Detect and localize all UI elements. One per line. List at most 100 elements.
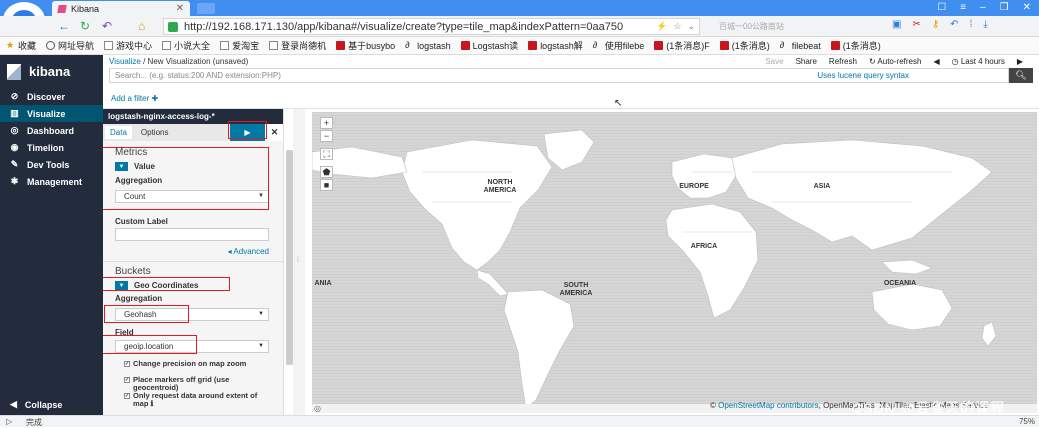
bookmark-item[interactable]: (1条消息) [830, 39, 881, 52]
bookmark-item[interactable]: (1条消息) [719, 39, 770, 52]
geocentroid-checkbox[interactable]: ✓ Place markers off grid (use geocentroid… [124, 376, 261, 392]
bookmark-label: 爱淘宝 [232, 41, 260, 51]
editor-scrollbar[interactable] [286, 150, 293, 365]
bookmark-item[interactable]: 爱淘宝 [220, 39, 259, 52]
bookmark-item[interactable]: 基于busybo [336, 39, 395, 52]
top-menu: Save Share Refresh ↻ Auto-refresh ◀ ◷ La… [765, 57, 1023, 66]
minimize-icon[interactable]: – [980, 2, 986, 13]
map-controls: + − ⛶ ⬟ ■ [320, 117, 333, 192]
home-icon[interactable]: ⌂ [138, 19, 145, 33]
screenshot-icon[interactable]: ✂ [912, 19, 920, 30]
map-label-europe: EUROPE [679, 183, 709, 190]
skin-icon[interactable]: ☐ [937, 2, 946, 13]
csdn-icon [654, 41, 664, 50]
draw-rectangle-button[interactable]: ■ [320, 179, 333, 191]
refresh-button[interactable]: Refresh [829, 57, 857, 66]
add-filter-button[interactable]: Add a filter ✚ [111, 94, 158, 103]
bookmark-item[interactable]: 网址导航 [46, 39, 94, 52]
osm-attribution-link[interactable]: OpenStreetMap contributors [718, 401, 819, 410]
discard-changes-button[interactable]: ✕ [265, 124, 283, 141]
bookmark-star-icon[interactable]: ☆ [673, 21, 681, 32]
menu-icon[interactable]: ≡ [960, 2, 966, 13]
bookmarks-bar: ★ 收藏 网址导航 游戏中心 小说大全 爱淘宝 登录尚德机 基于busybo ∂ logstash… [0, 37, 1039, 55]
breadcrumb-visualize-link[interactable]: Visualize [109, 57, 141, 66]
bookmark-item[interactable]: 小说大全 [162, 39, 210, 52]
bookmark-item[interactable]: 登录尚德机 [269, 39, 326, 52]
query-search-button[interactable]: 🔍︎ [1009, 68, 1033, 83]
sidebar-item-management[interactable]: ✱ Management [0, 173, 103, 190]
extension-icon[interactable]: ▣ [892, 19, 901, 30]
bookmark-item[interactable]: ∂ filebeat [780, 41, 821, 51]
zoom-out-button[interactable]: − [320, 130, 333, 142]
extent-checkbox[interactable]: ✓ Only request data around extent of map … [124, 392, 261, 408]
custom-label-input[interactable] [115, 228, 269, 241]
sidebar-item-timelion[interactable]: ◉ Timelion [0, 139, 103, 156]
bookmark-label: 小说大全 [174, 41, 211, 51]
close-icon: ✕ [270, 127, 279, 137]
checkbox-checked-icon[interactable]: ✓ [124, 361, 130, 367]
time-prev-icon[interactable]: ◀ [933, 57, 939, 66]
auto-refresh-button[interactable]: ↻ Auto-refresh [869, 57, 922, 66]
bookmark-label: 使用filebe [604, 41, 645, 51]
key-icon[interactable]: ⚷ [932, 19, 939, 30]
dropdown-chevron-icon[interactable]: ⌄ [687, 21, 695, 32]
undo-icon[interactable]: ↶ [102, 19, 112, 33]
grid-icon[interactable]: ⁞ [970, 19, 973, 30]
collapse-button[interactable]: ◀ Collapse [0, 396, 62, 413]
panel-resizer[interactable]: ⁞ [293, 109, 305, 415]
bookmark-item[interactable]: Logstash读 [460, 39, 518, 52]
browser-search-input[interactable]: 百城一00公路南站 [719, 19, 879, 34]
map-label-africa: AFRICA [690, 243, 718, 250]
close-tab-icon[interactable]: ✕ [176, 3, 184, 14]
sidebar-item-dashboard[interactable]: ◎ Dashboard [0, 122, 103, 139]
bookmark-item[interactable]: logstash解 [528, 39, 583, 52]
checkbox-checked-icon[interactable]: ✓ [124, 377, 130, 383]
annotation-box-metrics [103, 147, 269, 210]
bookmark-item[interactable]: ★ 收藏 [6, 39, 36, 52]
checkbox-checked-icon[interactable]: ✓ [124, 393, 130, 399]
bookmark-item[interactable]: 游戏中心 [104, 39, 152, 52]
save-button[interactable]: Save [765, 57, 783, 66]
zoom-level[interactable]: 75% [1019, 417, 1035, 426]
back-icon[interactable]: ← [58, 19, 70, 33]
sidebar-item-label: Dev Tools [27, 159, 70, 170]
sidebar-item-discover[interactable]: ⊘ Discover [0, 88, 103, 105]
new-tab-button[interactable] [197, 3, 215, 14]
bookmark-item[interactable]: (1条消息)F [654, 39, 710, 52]
refresh-icon[interactable]: ↻ [80, 19, 90, 33]
url-field[interactable]: http://192.168.171.130/app/kibana#/visua… [163, 18, 700, 35]
advanced-toggle[interactable]: ◂ Advanced [228, 247, 269, 256]
download-icon[interactable]: ⤓ [983, 19, 987, 30]
kibana-nav: ⊘ Discover ▥ Visualize ◎ Dashboard ◉ Timelion ✎ D… [0, 88, 103, 190]
share-button[interactable]: Share [796, 57, 817, 66]
lucene-syntax-link[interactable]: Uses lucene query syntax [817, 71, 909, 80]
tile-map[interactable]: + − ⛶ ⬟ ■ NORTH AMERICA EUROPE ASIA AFRI… [312, 112, 1037, 413]
tab-options[interactable]: Options [136, 126, 174, 139]
sidebar-item-dev-tools[interactable]: ✎ Dev Tools [0, 156, 103, 173]
precision-checkbox[interactable]: ✓ Change precision on map zoom [124, 360, 261, 368]
lightning-icon[interactable]: ⚡ [656, 21, 667, 32]
zoom-in-button[interactable]: + [320, 117, 333, 129]
time-picker-label: Last 4 hours [960, 57, 1005, 66]
browser-status-bar: ▷ 完成 75% [0, 415, 1039, 427]
tab-data[interactable]: Data [105, 126, 132, 139]
undo-tools-icon[interactable]: ↶ [950, 19, 958, 30]
fit-bounds-button[interactable]: ⛶ [320, 148, 333, 160]
bookmark-label: 登录尚德机 [281, 41, 327, 51]
kibana-brand-text: kibana [29, 64, 71, 79]
kibana-logo[interactable]: kibana [0, 55, 103, 88]
search-icon: 🔍︎ [1015, 70, 1027, 80]
bookmark-item[interactable]: ∂ logstash [405, 41, 451, 51]
status-toggle-icon[interactable]: ▷ [6, 417, 12, 426]
maximize-icon[interactable]: ❐ [1000, 2, 1009, 13]
bookmark-label: (1条消息)F [666, 41, 710, 51]
time-next-icon[interactable]: ▶ [1017, 57, 1023, 66]
time-picker-button[interactable]: ◷ Last 4 hours [952, 57, 1005, 66]
sidebar-item-visualize[interactable]: ▥ Visualize [0, 105, 103, 122]
draw-polygon-button[interactable]: ⬟ [320, 166, 333, 178]
a-icon: ∂ [405, 40, 410, 50]
bookmark-item[interactable]: ∂ 使用filebe [593, 39, 645, 52]
close-window-icon[interactable]: ✕ [1023, 2, 1031, 13]
vis-editor-panel: logstash-nginx-access-log-* Data Options… [103, 109, 284, 415]
browser-tab[interactable]: Kibana ✕ [52, 1, 190, 16]
